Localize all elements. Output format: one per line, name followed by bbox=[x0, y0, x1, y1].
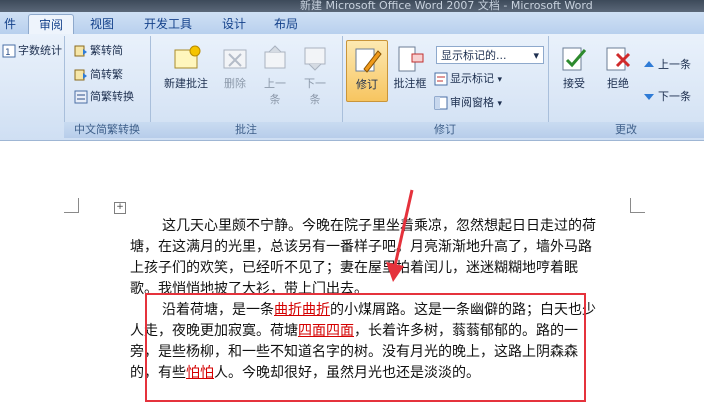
annotation-arrow-icon bbox=[386, 189, 414, 282]
